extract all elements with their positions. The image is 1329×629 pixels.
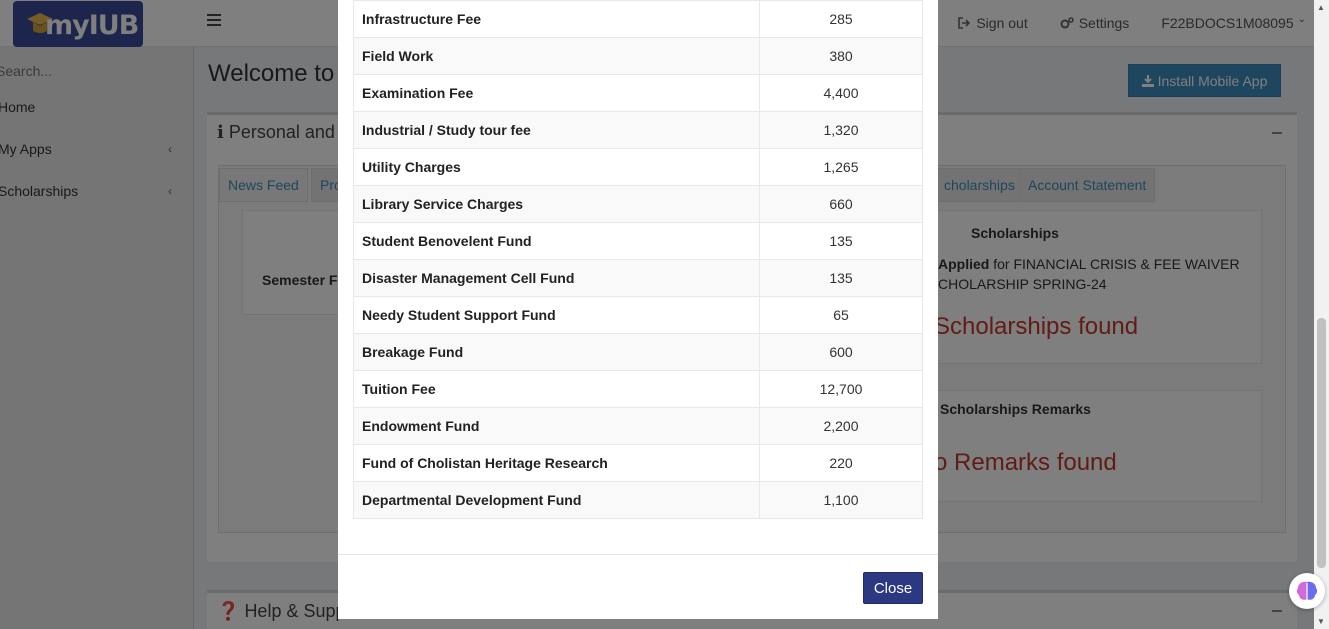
fee-name: Endowment Fund (353, 407, 760, 445)
fee-details-modal: Infrastructure Fee 285 Field Work 380 Examin… (338, 0, 938, 619)
fee-amount: 380 (759, 37, 923, 75)
fee-amount: 285 (759, 0, 923, 38)
fee-amount: 220 (759, 444, 923, 482)
fee-row: Tuition Fee 12,700 (353, 370, 923, 408)
close-button[interactable]: Close (863, 572, 923, 604)
fee-name: Field Work (353, 37, 760, 75)
modal-footer: Close (338, 554, 938, 619)
fee-amount: 2,200 (759, 407, 923, 445)
fee-amount: 660 (759, 185, 923, 223)
scroll-up-arrow[interactable]: ▲ (1317, 3, 1325, 12)
fee-row: Infrastructure Fee 285 (353, 0, 923, 38)
fee-name: Disaster Management Cell Fund (353, 259, 760, 297)
fee-row: Examination Fee 4,400 (353, 74, 923, 112)
fee-name: Utility Charges (353, 148, 760, 186)
fee-name: Library Service Charges (353, 185, 760, 223)
fee-row: Field Work 380 (353, 37, 923, 75)
fee-name: Tuition Fee (353, 370, 760, 408)
fee-amount: 600 (759, 333, 923, 371)
fee-row: Utility Charges 1,265 (353, 148, 923, 186)
fee-amount: 135 (759, 259, 923, 297)
fee-amount: 1,320 (759, 111, 923, 149)
fee-row: Disaster Management Cell Fund 135 (353, 259, 923, 297)
fee-amount: 1,265 (759, 148, 923, 186)
fee-name: Departmental Development Fund (353, 481, 760, 519)
fee-amount: 1,100 (759, 481, 923, 519)
fee-row: Departmental Development Fund 1,100 (353, 481, 923, 519)
fee-table: Infrastructure Fee 285 Field Work 380 Examin… (353, 0, 923, 519)
fee-name: Infrastructure Fee (353, 0, 760, 38)
fee-row: Student Benovelent Fund 135 (353, 222, 923, 260)
scroll-down-arrow[interactable]: ▼ (1317, 617, 1325, 626)
ai-assistant-button[interactable] (1289, 573, 1325, 609)
fee-name: Needy Student Support Fund (353, 296, 760, 334)
fee-name: Fund of Cholistan Heritage Research (353, 444, 760, 482)
fee-amount: 12,700 (759, 370, 923, 408)
fee-row: Library Service Charges 660 (353, 185, 923, 223)
fee-row: Breakage Fund 600 (353, 333, 923, 371)
fee-name: Breakage Fund (353, 333, 760, 371)
fee-amount: 65 (759, 296, 923, 334)
fee-row: Industrial / Study tour fee 1,320 (353, 111, 923, 149)
fee-row: Needy Student Support Fund 65 (353, 296, 923, 334)
fee-row: Endowment Fund 2,200 (353, 407, 923, 445)
fee-name: Examination Fee (353, 74, 760, 112)
fee-name: Industrial / Study tour fee (353, 111, 760, 149)
fee-name: Student Benovelent Fund (353, 222, 760, 260)
brain-icon (1296, 581, 1318, 600)
scrollbar-thumb[interactable] (1317, 318, 1326, 568)
fee-amount: 4,400 (759, 74, 923, 112)
fee-row: Fund of Cholistan Heritage Research 220 (353, 444, 923, 482)
page-scrollbar[interactable]: ▲ ▼ (1314, 0, 1329, 629)
fee-amount: 135 (759, 222, 923, 260)
